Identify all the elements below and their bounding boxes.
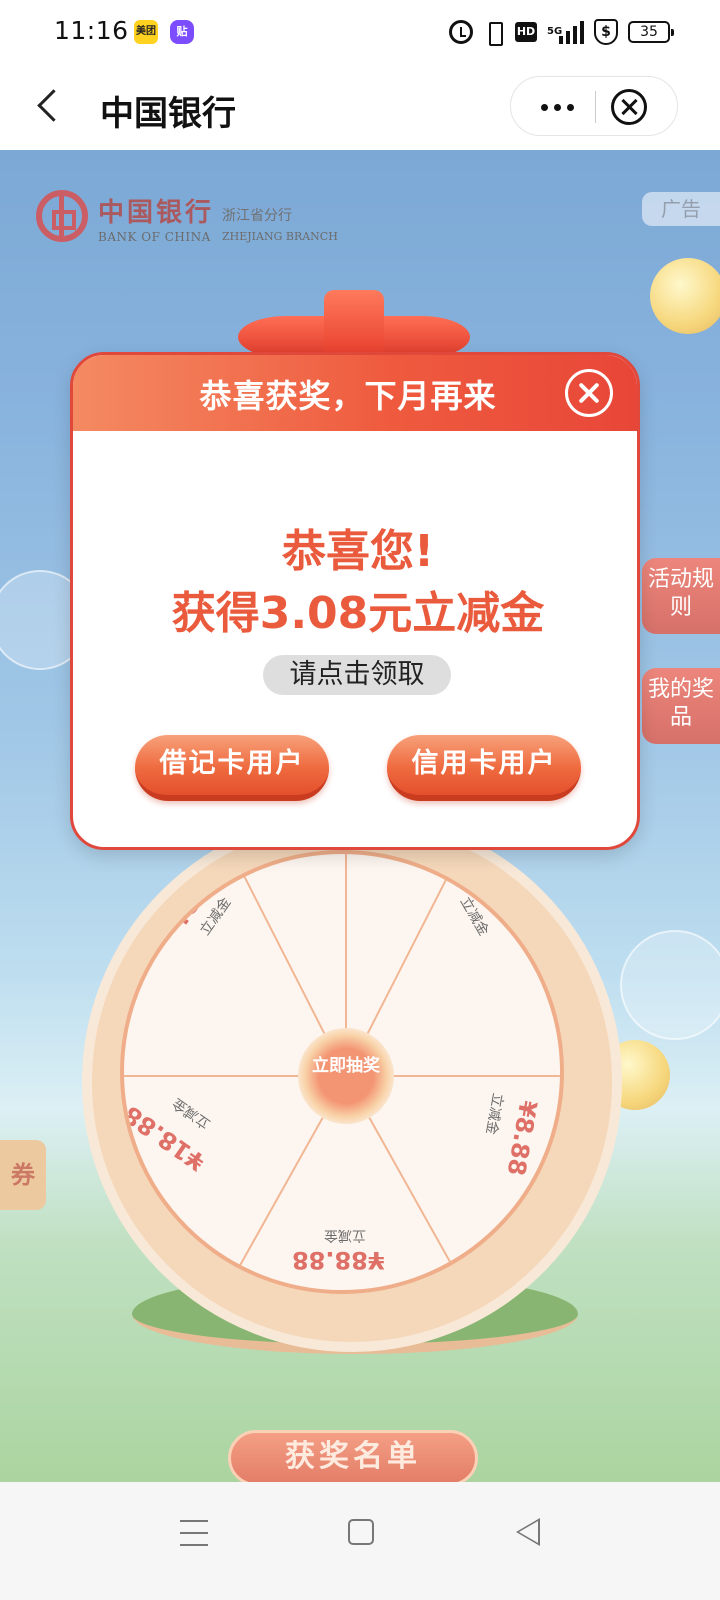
- network-type-label: 5G: [547, 26, 563, 37]
- home-square-icon[interactable]: [348, 1519, 374, 1545]
- capsule-divider: [595, 91, 596, 123]
- alarm-icon: [449, 20, 473, 44]
- back-button[interactable]: [22, 78, 78, 134]
- meituan-notification-icon: 美团: [134, 20, 158, 44]
- more-dots-icon: [540, 103, 548, 111]
- congrats-text: 恭喜您!: [281, 526, 435, 577]
- shield-dollar-icon: $: [594, 19, 618, 45]
- popup-title: 恭喜获奖，下月再来: [199, 377, 497, 415]
- system-nav-bar: [0, 1482, 720, 1600]
- vibrate-icon: [483, 20, 505, 46]
- status-icons: HD 5G $ 35: [449, 18, 674, 46]
- status-bar: 11:16 美团 贴 HD 5G $ 35: [0, 0, 720, 62]
- gift-bow-icon: [238, 290, 470, 360]
- close-miniapp-button[interactable]: [611, 89, 647, 125]
- menu-icon[interactable]: [180, 1520, 208, 1546]
- app-header: 中国银行: [0, 62, 720, 150]
- back-triangle-icon[interactable]: [516, 1518, 540, 1546]
- status-time: 11:16: [54, 16, 129, 45]
- debit-card-user-button[interactable]: 借记卡用户: [135, 735, 329, 801]
- tieba-notification-icon: 贴: [170, 20, 194, 44]
- signal-5g-icon: 5G: [547, 20, 584, 44]
- credit-card-user-button[interactable]: 信用卡用户: [387, 735, 581, 801]
- hd-voice-icon: HD: [515, 22, 537, 42]
- popup-close-button[interactable]: [565, 369, 613, 417]
- battery-icon: 35: [628, 21, 674, 43]
- popup-header: 恭喜获奖，下月再来: [73, 355, 637, 431]
- claim-hint: 请点击领取: [263, 655, 451, 695]
- prize-popup: 恭喜获奖，下月再来 恭喜您! 获得3.08元立减金 请点击领取 借记卡用户 信用…: [70, 352, 640, 850]
- miniapp-capsule: [510, 76, 678, 136]
- prize-amount-text: 获得3.08元立减金: [171, 588, 545, 639]
- page-title: 中国银行: [100, 94, 236, 134]
- more-button[interactable]: [523, 77, 591, 137]
